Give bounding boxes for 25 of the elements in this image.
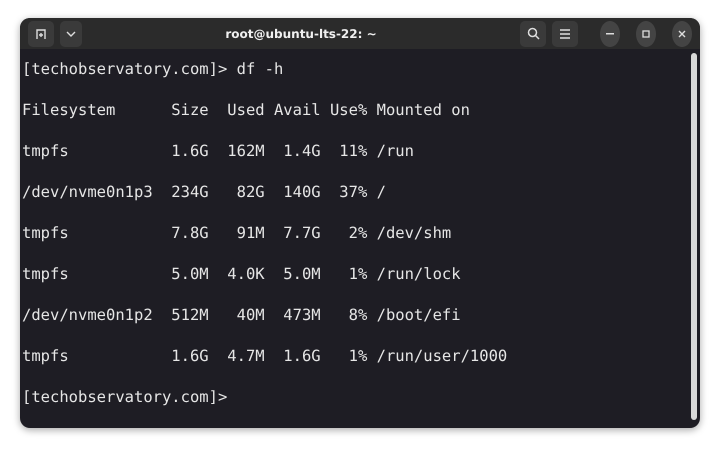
terminal-line: tmpfs 1.6G 162M 1.4G 11% /run — [22, 141, 415, 162]
terminal-line: [techobservatory.com]> df -h — [22, 59, 284, 80]
terminal-line: tmpfs 1.6G 4.7M 1.6G 1% /run/user/1000 — [22, 346, 508, 367]
terminal-line: /dev/nvme0n1p2 512M 40M 473M 8% /boot/efi — [22, 305, 462, 326]
terminal-line: /dev/nvme0n1p3 234G 82G 140G 37% / — [22, 182, 387, 203]
terminal-line: tmpfs 5.0M 4.0K 5.0M 1% /run/lock — [22, 264, 462, 285]
terminal-line: tmpfs 7.8G 91M 7.7G 2% /dev/shm — [22, 223, 452, 244]
search-button[interactable] — [520, 20, 546, 46]
close-icon — [678, 30, 686, 38]
search-icon — [526, 27, 540, 40]
minimize-button[interactable] — [600, 20, 620, 46]
minimize-icon — [606, 32, 614, 34]
caret-icon — [66, 30, 76, 36]
menu-icon — [559, 28, 571, 38]
dropdown-button[interactable] — [60, 20, 82, 46]
close-button[interactable] — [672, 20, 692, 46]
terminal-line: Filesystem Size Used Avail Use% Mounted on — [22, 100, 471, 121]
terminal-line: [techobservatory.com]> — [22, 387, 228, 408]
menu-button[interactable] — [552, 20, 578, 46]
window-title: root@ubuntu-lts-22: ~ — [224, 26, 378, 40]
maximize-button[interactable] — [636, 20, 656, 46]
new-tab-button[interactable] — [28, 20, 54, 46]
new-tab-icon — [35, 28, 47, 40]
scrollbar[interactable] — [691, 53, 697, 420]
maximize-icon — [642, 30, 650, 38]
